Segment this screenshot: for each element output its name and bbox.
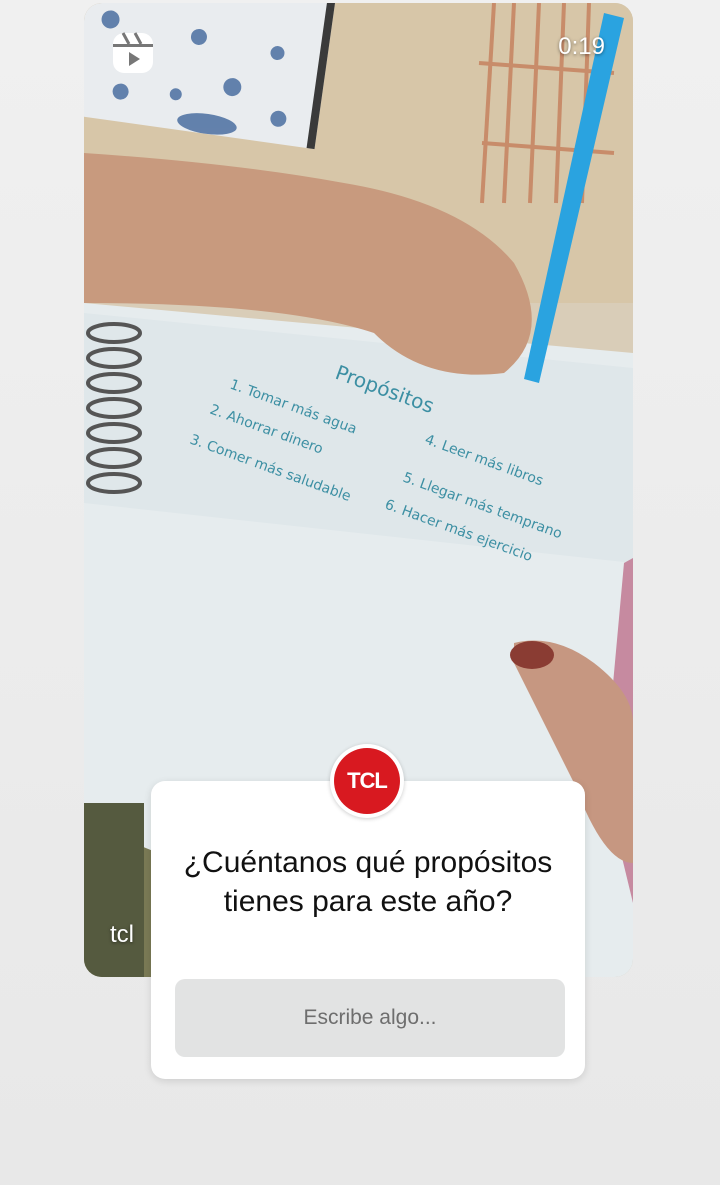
avatar[interactable]: TCL [330,744,404,818]
question-text: ¿Cuéntanos qué propósitos tienes para es… [183,846,553,918]
reels-icon [113,32,153,73]
tcl-logo: TCL [334,748,400,814]
author-handle[interactable]: tcl [110,921,134,949]
answer-input[interactable] [175,979,565,1057]
video-duration: 0:19 [558,33,605,60]
question-sticker: ¿Cuéntanos qué propósitos tienes para es… [151,781,585,1079]
